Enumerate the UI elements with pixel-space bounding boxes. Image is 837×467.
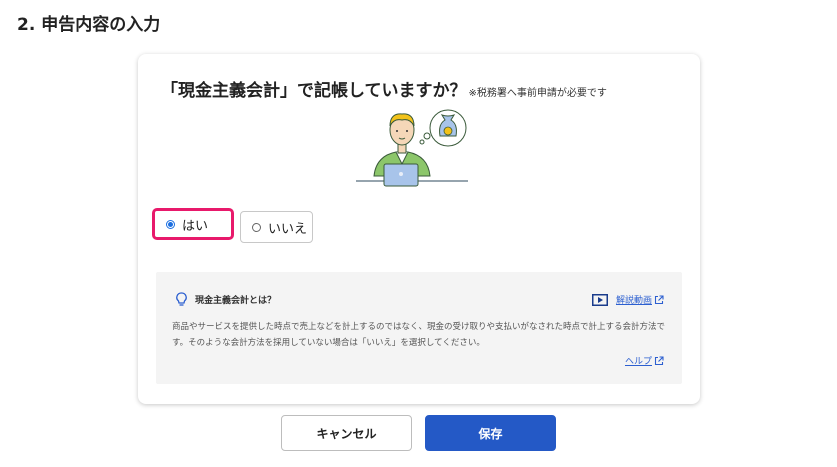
radio-option-no[interactable]: いいえ xyxy=(240,211,313,243)
info-title-row: 現金主義会計とは？ xyxy=(176,292,276,307)
question-note: ※税務署へ事前申請が必要です xyxy=(468,88,607,99)
radio-label-no: いいえ xyxy=(268,221,308,237)
help-link[interactable]: ヘルプ xyxy=(625,354,664,367)
info-title: 現金主義会計とは？ xyxy=(195,296,277,306)
radio-unselected-icon[interactable] xyxy=(252,222,261,232)
external-link-icon xyxy=(654,355,664,365)
save-button[interactable]: 保存 xyxy=(425,415,556,451)
external-link-icon xyxy=(654,294,664,304)
info-box: 現金主義会計とは？ 解説動画 商品やサービスを提供した時点で売上などを計上するの… xyxy=(156,272,682,384)
video-link-label[interactable]: 解説動画 xyxy=(616,293,652,306)
section-title: 2. 申告内容の入力 xyxy=(17,15,161,35)
question-card: 「現金主義会計」で記帳していますか？ ※税務署へ事前申請が必要です はい いいえ… xyxy=(138,54,700,404)
question-text: 「現金主義会計」で記帳していますか？ xyxy=(161,81,467,101)
help-link-label[interactable]: ヘルプ xyxy=(625,354,652,367)
question-heading: 「現金主義会計」で記帳していますか？ ※税務署へ事前申請が必要です xyxy=(161,76,607,101)
radio-label-yes: はい xyxy=(182,218,209,234)
cancel-button[interactable]: キャンセル xyxy=(281,415,412,451)
radio-option-yes[interactable]: はい xyxy=(152,208,234,240)
video-link[interactable]: 解説動画 xyxy=(591,293,664,306)
video-play-icon xyxy=(591,293,608,306)
person-with-laptop-illustration xyxy=(356,109,468,187)
radio-selected-icon[interactable] xyxy=(166,219,175,229)
info-description: 商品やサービスを提供した時点で売上などを計上するのではなく、現金の受け取りや支払… xyxy=(172,322,666,348)
lightbulb-icon xyxy=(176,292,187,306)
